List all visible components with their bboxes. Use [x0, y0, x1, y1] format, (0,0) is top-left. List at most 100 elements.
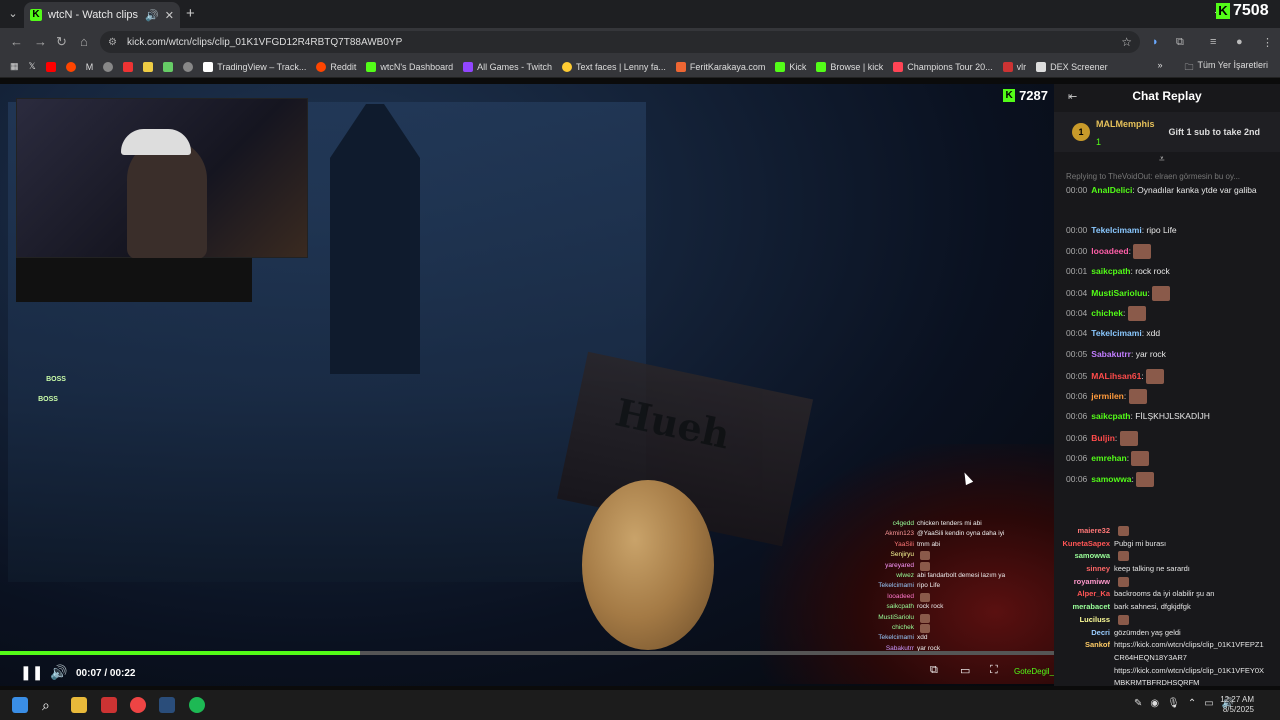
reddit-small-icon[interactable]: [65, 61, 76, 72]
browser-tab[interactable]: K wtcN - Watch clips on Kick 🔊 ✕: [24, 2, 180, 28]
tray-mic-icon[interactable]: 🎙: [1167, 698, 1180, 709]
overlay-chat-msg: CR64HEQN18Y3AR7: [1114, 652, 1187, 662]
apps-grid-icon[interactable]: ▦: [10, 61, 19, 72]
emote-icon: [920, 613, 930, 623]
url-bar[interactable]: ⚙ kick.com/wtcn/clips/clip_01K1VFGD12R4R…: [100, 31, 1140, 53]
bookmark-browse-kick[interactable]: Browse | kick: [816, 61, 883, 72]
app-icon[interactable]: [101, 697, 117, 713]
chat-username[interactable]: looadeed: [1091, 246, 1128, 256]
overlay-chat-line: Decri gözümden yaş geldi: [1054, 628, 1280, 641]
all-bookmarks[interactable]: » 🗀 Tüm Yer İşaretleri: [1157, 60, 1268, 76]
expand-pinned-icon[interactable]: ⩡: [1159, 154, 1165, 165]
chat-text: FİLŞKHJLSKADİJH: [1135, 411, 1210, 421]
x-bookmark-icon[interactable]: 𝕏: [29, 61, 36, 72]
chrome-icon[interactable]: [130, 697, 146, 713]
speaker-icon[interactable]: 🔊: [145, 9, 159, 22]
spotify-icon[interactable]: [189, 697, 205, 713]
pip-icon[interactable]: ⧉: [930, 664, 938, 677]
bookmark-vlr[interactable]: vlr: [1002, 61, 1026, 72]
chat-timestamp: 00:06: [1066, 432, 1088, 443]
chat-text: ripo Life: [1146, 225, 1177, 235]
back-icon[interactable]: ←: [10, 34, 23, 49]
chat-username[interactable]: Buljin: [1091, 433, 1115, 443]
chat-timestamp: 00:00: [1066, 185, 1088, 195]
chat-username[interactable]: chichek: [1091, 308, 1123, 318]
forward-icon[interactable]: →: [34, 34, 47, 49]
volume-icon[interactable]: 🔊: [50, 664, 67, 681]
progress-fill: [0, 651, 361, 655]
tray-chevron-icon[interactable]: ⌃: [1188, 698, 1196, 709]
chat-username[interactable]: Sabakutrr: [1091, 349, 1131, 359]
emote-icon: [920, 551, 930, 561]
tray-steam-icon[interactable]: ◉: [1150, 698, 1159, 709]
chat-username[interactable]: MustiSarioluu: [1091, 288, 1147, 298]
misc-bookmark-icon-4[interactable]: [183, 61, 194, 72]
theater-icon[interactable]: ▭: [960, 664, 970, 677]
bookmark-kick[interactable]: Kick: [775, 61, 806, 72]
extension-icon[interactable]: ◗: [1152, 36, 1159, 48]
bookmark-reddit[interactable]: Reddit: [316, 61, 356, 72]
bookmark-tradingview[interactable]: TradingView – Track...: [203, 61, 306, 72]
overlay-chat-name: [1054, 653, 1110, 666]
bookmark-ferit[interactable]: FeritKarakaya.com: [675, 61, 765, 72]
chat-timestamp: 00:06: [1066, 411, 1088, 421]
chat-username[interactable]: Tekelcimami: [1091, 225, 1141, 235]
gmail-bookmark-icon[interactable]: M: [86, 62, 94, 72]
viewer-count-overlay: K 7508: [1216, 2, 1269, 20]
chat-message: 00:05 MALihsan61:: [1066, 369, 1276, 384]
misc-bookmark-icon[interactable]: [103, 61, 114, 72]
overlay-chat-line: Akmin123 @YaaSili kendin oyna daha iyi: [860, 530, 1040, 540]
chat-message: 00:06 samowwa:: [1066, 472, 1276, 487]
chat-username[interactable]: emrehan: [1091, 453, 1126, 463]
chat-username[interactable]: MALihsan61: [1091, 371, 1141, 381]
tab-search-icon[interactable]: ⌄: [4, 5, 22, 23]
bookmark-twitch-games[interactable]: All Games - Twitch: [463, 61, 552, 72]
profile-avatar-icon[interactable]: ●: [1236, 36, 1243, 48]
fullscreen-icon[interactable]: ⛶: [990, 664, 998, 677]
bookmark-star-icon[interactable]: ☆: [1121, 35, 1132, 49]
overlay-chat-line: Luciluss: [1054, 614, 1280, 628]
steam-icon[interactable]: [159, 697, 175, 713]
windows-start-icon[interactable]: [12, 697, 28, 713]
file-explorer-icon[interactable]: [71, 697, 87, 713]
chat-username[interactable]: jermilen: [1091, 391, 1124, 401]
site-info-icon[interactable]: ⚙: [108, 37, 117, 48]
media-control-icon[interactable]: ≡: [1210, 36, 1216, 48]
chat-username[interactable]: AnalDelici: [1091, 185, 1132, 195]
bookmark-dex[interactable]: DEX Screener: [1036, 61, 1108, 72]
overlay-chat-line: Tekelcimami xdd: [860, 634, 1040, 644]
tray-display-icon[interactable]: ▭: [1204, 698, 1213, 709]
youtube-bookmark-icon[interactable]: [45, 61, 56, 72]
misc-bookmark-icon-3[interactable]: [163, 61, 174, 72]
close-tab-icon[interactable]: ✕: [165, 9, 174, 22]
bookmark-lenny[interactable]: Text faces | Lenny fa...: [561, 61, 666, 72]
chat-timestamp: 00:00: [1066, 225, 1088, 235]
extensions-puzzle-icon[interactable]: ⧉: [1176, 36, 1184, 49]
chat-message: 00:00 Tekelcimami: ripo Life: [1066, 225, 1177, 235]
menu-kebab-icon[interactable]: ⋮: [1262, 36, 1273, 49]
bookmark-dashboard[interactable]: wtcN's Dashboard: [366, 61, 453, 72]
gift-banner[interactable]: 1 MALMemphis 1 Gift 1 sub to take 2nd: [1054, 112, 1280, 152]
chat-username[interactable]: samowwa: [1091, 474, 1131, 484]
chevron-right-icon[interactable]: »: [1157, 60, 1162, 76]
emote-icon: [1119, 431, 1138, 446]
new-tab-button[interactable]: +: [186, 5, 195, 22]
chat-timestamp: 00:00: [1066, 245, 1088, 256]
reload-icon[interactable]: ↻: [56, 34, 67, 50]
overlay-chat-line: Sankof https://kick.com/wtcn/clips/clip_0…: [1054, 640, 1280, 653]
chat-username[interactable]: Tekelcimami: [1091, 328, 1141, 338]
pause-icon[interactable]: ❚❚: [20, 664, 43, 681]
misc-bookmark-icon-2[interactable]: [143, 61, 154, 72]
search-icon[interactable]: ⌕: [42, 697, 58, 713]
chat-username[interactable]: saikcpath: [1091, 411, 1130, 421]
chat-message: 00:00 AnalDelici: Oynadılar kanka ytde va…: [1066, 185, 1257, 195]
video-player[interactable]: Hueh BOSS BOSS K 7287 c4gedd chicken tend…: [0, 84, 1054, 686]
tray-pen-icon[interactable]: ✎: [1134, 698, 1142, 709]
yandex-bookmark-icon[interactable]: [123, 61, 134, 72]
video-viewer-count: K 7287: [1003, 88, 1048, 103]
home-icon[interactable]: ⌂: [80, 34, 88, 49]
system-tray[interactable]: ✎ ◉ 🎙 ⌃ ▭ 🔊: [1134, 698, 1234, 709]
bookmark-champions[interactable]: Champions Tour 20...: [893, 61, 993, 72]
chat-username[interactable]: saikcpath: [1091, 266, 1130, 276]
clock[interactable]: 12:27 AM 8/5/2025: [1220, 695, 1254, 715]
